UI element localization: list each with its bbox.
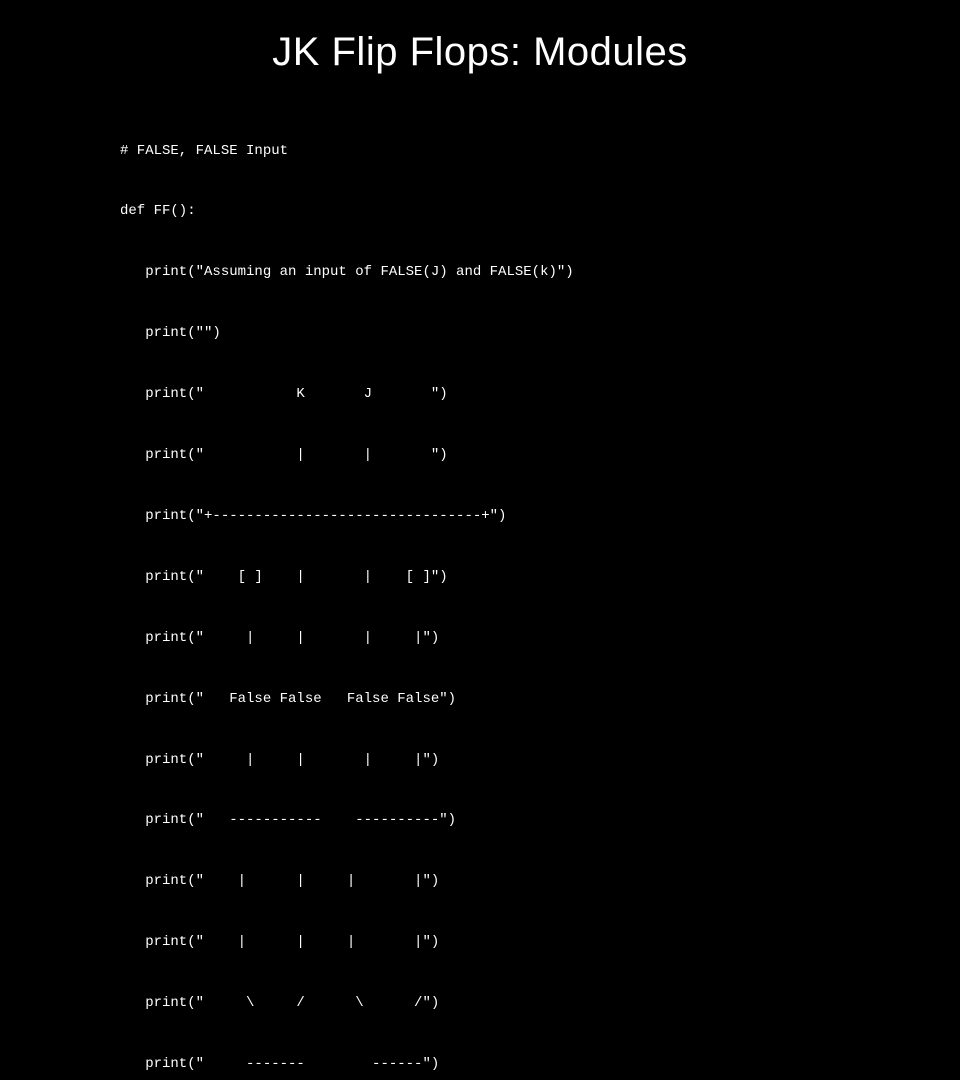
code-line: print("") [120,323,920,343]
code-line: print(" False False False False") [120,689,920,709]
code-line: print("+--------------------------------… [120,506,920,526]
code-line: def FF(): [120,201,920,221]
code-line: print(" | | | |") [120,932,920,952]
code-line: print(" ----------- ----------") [120,810,920,830]
code-line: print(" [ ] | | [ ]") [120,567,920,587]
code-line: print(" | | | |") [120,871,920,891]
code-line: print(" | | | |") [120,750,920,770]
code-line: print(" ------- ------") [120,1054,920,1074]
slide-container: JK Flip Flops: Modules # FALSE, FALSE In… [0,0,960,540]
code-line: print(" | | | |") [120,628,920,648]
code-line: print(" \ / \ /") [120,993,920,1013]
code-line: print(" | | ") [120,445,920,465]
slide-title: JK Flip Flops: Modules [40,30,920,75]
code-line: print("Assuming an input of FALSE(J) and… [120,262,920,282]
code-block: # FALSE, FALSE Input def FF(): print("As… [120,100,920,1080]
code-line: print(" K J ") [120,384,920,404]
code-line: # FALSE, FALSE Input [120,141,920,161]
